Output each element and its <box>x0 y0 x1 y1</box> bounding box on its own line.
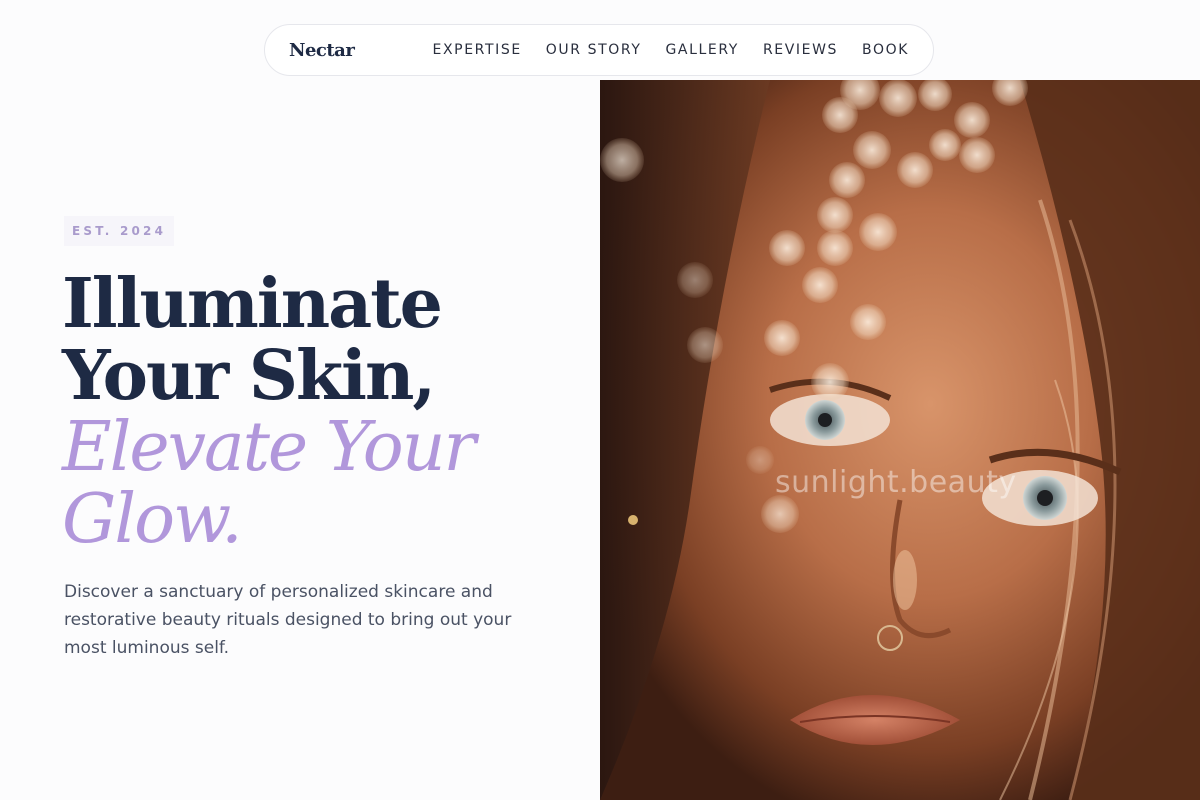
nav-link-our-story[interactable]: OUR STORY <box>546 42 642 58</box>
established-badge: EST. 2024 <box>64 216 175 246</box>
top-nav: Nectar EXPERTISE OUR STORY GALLERY REVIE… <box>264 24 934 76</box>
headline-accent-line-2: Glow. <box>62 480 243 559</box>
hero-description: Discover a sanctuary of personalized ski… <box>64 582 512 658</box>
hero-image: sunlight.beauty <box>600 80 1200 800</box>
headline-line-2: Your Skin, <box>62 336 436 416</box>
nav-link-reviews[interactable]: REVIEWS <box>763 42 838 58</box>
headline-accent-line-1: Elevate Your <box>62 408 476 487</box>
headline-line-1: Illuminate <box>62 264 443 344</box>
nav-link-book[interactable]: BOOK <box>862 42 909 58</box>
portrait-illustration <box>600 80 1200 800</box>
image-watermark: sunlight.beauty <box>775 465 1017 500</box>
brand-logo[interactable]: Nectar <box>289 40 433 61</box>
nav-links: EXPERTISE OUR STORY GALLERY REVIEWS BOOK <box>433 42 909 58</box>
nav-link-gallery[interactable]: GALLERY <box>665 42 738 58</box>
hero-headline: Illuminate Your Skin, Elevate Your Glow. <box>62 264 476 559</box>
nav-link-expertise[interactable]: EXPERTISE <box>433 42 522 58</box>
